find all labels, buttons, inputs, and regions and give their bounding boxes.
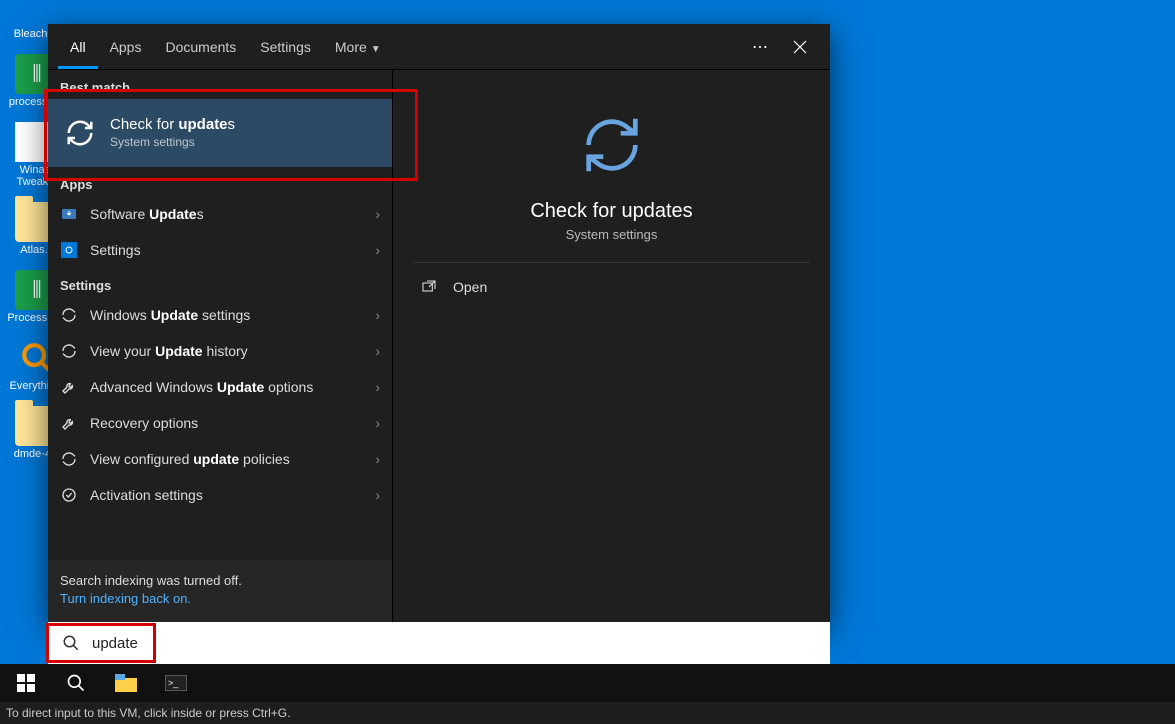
chevron-right-icon: ›: [375, 379, 380, 395]
result-configured-update-policies[interactable]: View configured update policies ›: [48, 441, 392, 477]
windows-icon: [17, 674, 35, 692]
chevron-right-icon: ›: [375, 343, 380, 359]
result-label: Advanced Windows Update options: [90, 379, 313, 395]
sync-icon: [60, 342, 78, 360]
section-settings: Settings: [48, 268, 392, 297]
best-match-title: Check for updates: [110, 116, 235, 135]
indexing-notice: Search indexing was turned off. Turn ind…: [48, 560, 392, 622]
result-label: Windows Update settings: [90, 307, 250, 323]
tab-apps[interactable]: Apps: [98, 25, 154, 69]
indexing-message: Search indexing was turned off.: [60, 572, 380, 590]
sync-icon: [60, 450, 78, 468]
chevron-down-icon: ▼: [371, 44, 381, 55]
action-label: Open: [453, 279, 802, 295]
preview-subtitle: System settings: [566, 227, 658, 242]
settings-icon: [60, 241, 78, 259]
search-tabs: All Apps Documents Settings More▼ ⋯: [48, 24, 830, 70]
taskbar-explorer-button[interactable]: [104, 664, 148, 702]
close-button[interactable]: [780, 24, 820, 70]
result-activation-settings[interactable]: Activation settings ›: [48, 477, 392, 513]
folder-icon: [115, 674, 137, 692]
sync-icon: [60, 306, 78, 324]
more-options-button[interactable]: ⋯: [740, 24, 780, 70]
result-recovery-options[interactable]: Recovery options ›: [48, 405, 392, 441]
close-icon: [793, 40, 807, 54]
result-advanced-update-options[interactable]: Advanced Windows Update options ›: [48, 369, 392, 405]
chevron-right-icon: ›: [375, 487, 380, 503]
vm-hint-bar: To direct input to this VM, click inside…: [0, 702, 1175, 724]
taskbar-search-button[interactable]: [54, 664, 98, 702]
svg-text:>_: >_: [168, 678, 179, 688]
best-match-result[interactable]: Check for updates System settings: [48, 99, 392, 167]
result-update-history[interactable]: View your Update history ›: [48, 333, 392, 369]
start-search-bar[interactable]: [48, 622, 830, 664]
results-column: Best match Check for updates System sett…: [48, 70, 392, 622]
indexing-turn-on-link[interactable]: Turn indexing back on.: [60, 590, 380, 608]
result-label: Activation settings: [90, 487, 203, 503]
terminal-icon: >_: [165, 675, 187, 691]
section-best-match: Best match: [48, 70, 392, 99]
wrench-icon: [60, 414, 78, 432]
taskbar: >_: [0, 664, 1175, 702]
result-label: Recovery options: [90, 415, 198, 431]
result-label: Settings: [90, 242, 141, 258]
sync-icon: [567, 110, 657, 180]
search-icon: [66, 673, 86, 693]
chevron-right-icon: ›: [375, 451, 380, 467]
check-icon: [60, 486, 78, 504]
result-label: View your Update history: [90, 343, 248, 359]
preview-title: Check for updates: [530, 200, 692, 223]
start-search-panel: All Apps Documents Settings More▼ ⋯ Best…: [48, 24, 830, 622]
sync-icon: [62, 115, 98, 151]
chevron-right-icon: ›: [375, 242, 380, 258]
best-match-subtitle: System settings: [110, 135, 235, 150]
start-button[interactable]: [4, 664, 48, 702]
taskbar-terminal-button[interactable]: >_: [154, 664, 198, 702]
open-icon: [421, 279, 437, 295]
result-label: Software Updates: [90, 206, 204, 222]
tab-all[interactable]: All: [58, 25, 98, 69]
update-icon: [60, 205, 78, 223]
search-input[interactable]: [92, 635, 816, 652]
search-icon: [62, 634, 80, 652]
section-apps: Apps: [48, 167, 392, 196]
result-label: View configured update policies: [90, 451, 290, 467]
result-windows-update-settings[interactable]: Windows Update settings ›: [48, 297, 392, 333]
chevron-right-icon: ›: [375, 307, 380, 323]
chevron-right-icon: ›: [375, 415, 380, 431]
vm-hint-text: To direct input to this VM, click inside…: [6, 706, 290, 720]
result-software-updates[interactable]: Software Updates ›: [48, 196, 392, 232]
chevron-right-icon: ›: [375, 206, 380, 222]
tab-more[interactable]: More▼: [323, 25, 393, 69]
preview-action-open[interactable]: Open: [413, 263, 810, 311]
tab-settings[interactable]: Settings: [248, 25, 323, 69]
result-settings-app[interactable]: Settings ›: [48, 232, 392, 268]
tab-documents[interactable]: Documents: [153, 25, 248, 69]
preview-pane: Check for updates System settings Open: [392, 70, 830, 622]
wrench-icon: [60, 378, 78, 396]
